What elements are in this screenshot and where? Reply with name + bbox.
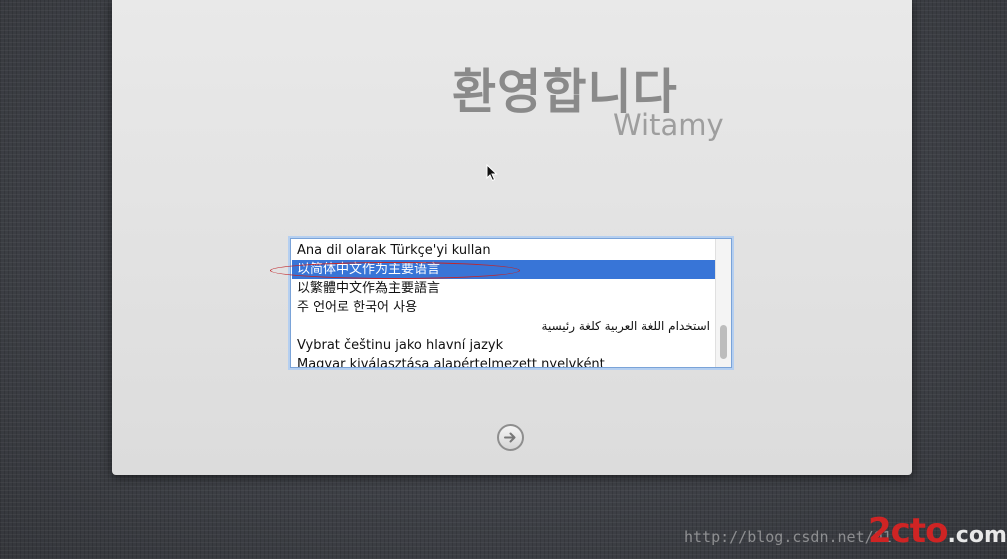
arrow-right-icon <box>504 432 516 443</box>
watermark-logo: 2cto.com <box>868 511 1007 551</box>
watermark-url: http://blog.csdn.net/01 <box>684 528 892 546</box>
mouse-cursor-icon <box>486 164 498 182</box>
scrollbar-thumb[interactable] <box>720 325 727 359</box>
installer-window: 환영합니다 Witamy Ana dil olarak Türkçe'yi ku… <box>112 0 912 475</box>
list-item[interactable]: 주 언어로 한국어 사용 <box>292 298 715 317</box>
watermark-logo-text: 2cto <box>868 511 948 551</box>
welcome-subtitle: Witamy <box>613 108 724 142</box>
next-button[interactable] <box>497 424 524 451</box>
list-item-selected[interactable]: 以简体中文作为主要语言 <box>292 260 715 279</box>
list-item[interactable]: Ana dil olarak Türkçe'yi kullan <box>292 241 715 260</box>
language-list-items: Ana dil olarak Türkçe'yi kullan 以简体中文作为主… <box>292 241 715 367</box>
language-list[interactable]: Ana dil olarak Türkçe'yi kullan 以简体中文作为主… <box>290 238 732 368</box>
list-item[interactable]: استخدام اللغة العربية كلغة رئيسية <box>292 317 715 336</box>
list-item[interactable]: Magyar kiválasztása alapértelmezett nyel… <box>292 355 715 367</box>
list-item[interactable]: Vybrat češtinu jako hlavní jazyk <box>292 336 715 355</box>
watermark-logo-suffix: .com <box>947 523 1007 548</box>
list-scrollbar[interactable] <box>715 239 731 367</box>
list-item[interactable]: 以繁體中文作為主要語言 <box>292 279 715 298</box>
